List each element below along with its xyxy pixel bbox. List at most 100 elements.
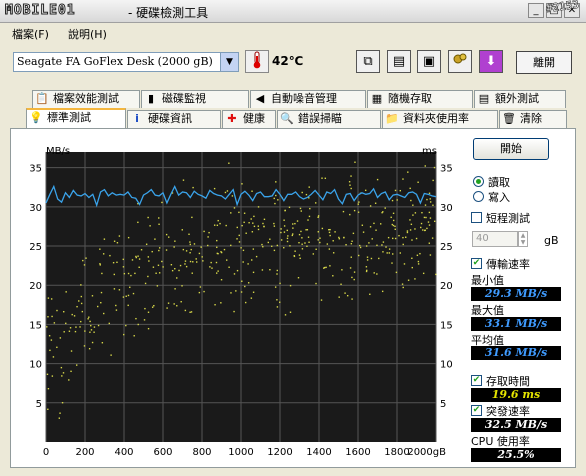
access-time-point [381, 290, 384, 293]
access-time-point [134, 272, 136, 275]
transfer-rate-checkbox[interactable]: ✔ [471, 258, 482, 269]
access-time-point [157, 264, 160, 266]
access-time-point [422, 229, 424, 231]
tab-extra-tests[interactable]: ▤ 額外測試 [474, 90, 566, 108]
access-time-point [83, 264, 86, 266]
access-time-point [209, 266, 211, 268]
access-time-point [416, 254, 419, 257]
access-time-point [184, 263, 186, 265]
access-time-point [280, 228, 282, 230]
access-time-point [192, 186, 194, 189]
access-time-point [300, 210, 302, 212]
access-time-point [306, 245, 308, 247]
access-time-point [174, 288, 176, 290]
access-time-point [387, 236, 390, 239]
access-time-point [375, 229, 377, 231]
tab-disk-monitor[interactable]: ▮ 磁碟監視 [141, 90, 249, 108]
save-icon[interactable]: ▣ [417, 50, 441, 73]
exit-button[interactable]: 離開 [516, 51, 572, 74]
access-time-point [203, 290, 205, 293]
access-time-point [243, 221, 245, 224]
access-time-point [283, 247, 285, 249]
options-icon[interactable] [448, 50, 472, 73]
chevron-down-icon[interactable]: ▼ [220, 53, 238, 71]
access-time-point [61, 401, 64, 404]
access-time-point [321, 227, 324, 230]
access-time-point [230, 212, 232, 214]
x-tick-label: 1800 [384, 447, 409, 458]
access-time-point [80, 320, 82, 323]
access-time-point [235, 290, 237, 292]
access-time-point [147, 216, 149, 219]
access-time-point [103, 238, 106, 240]
access-time-point [381, 244, 383, 246]
tab-info[interactable]: i 硬碟資訊 [127, 110, 221, 128]
access-time-point [125, 324, 127, 327]
access-time-point [176, 305, 178, 307]
access-time-point [386, 252, 388, 254]
y-axis-right: 35 30 25 20 15 10 5 [440, 164, 453, 410]
access-time-point [433, 220, 436, 223]
size-spinner[interactable]: 40 [472, 231, 518, 247]
access-time-point [251, 190, 253, 192]
y-tick-label-left: 15 [29, 320, 42, 331]
access-time-checkbox[interactable]: ✔ [471, 375, 482, 386]
write-radio[interactable] [473, 191, 484, 202]
minimize-button[interactable]: _ [528, 3, 544, 18]
y-tick-label-left: 10 [29, 360, 42, 371]
access-time-point [426, 198, 428, 201]
access-time-point [261, 269, 264, 271]
access-time-point [269, 268, 271, 271]
access-time-point [394, 228, 396, 230]
access-time-point [144, 282, 147, 285]
burst-rate-checkbox[interactable]: ✔ [471, 405, 482, 416]
tab-random-access[interactable]: ▦ 隨機存取 [367, 90, 473, 108]
tab-aam[interactable]: ◀ 自動噪音管理 [250, 90, 366, 108]
access-time-point [405, 236, 407, 238]
access-time-point [70, 370, 72, 373]
access-time-point [68, 330, 71, 332]
access-time-point [432, 204, 434, 206]
access-time-point [144, 307, 146, 310]
access-time-point [276, 299, 278, 301]
access-time-point [428, 192, 431, 194]
access-time-point [422, 272, 425, 275]
access-time-point [244, 285, 246, 288]
access-time-point [224, 191, 227, 194]
copy-icon[interactable]: ⧉ [356, 50, 380, 73]
access-time-point [112, 261, 115, 264]
access-time-point [122, 266, 125, 268]
tab-folder-usage[interactable]: 📁 資料夾使用率 [382, 110, 498, 128]
tab-health[interactable]: ✚ 健康 [222, 110, 276, 128]
access-time-point [338, 296, 340, 298]
access-time-point [240, 291, 243, 293]
access-time-point [392, 224, 395, 227]
tab-erase[interactable]: 🗑 清除 [499, 110, 567, 128]
access-time-point [267, 241, 270, 244]
tab-error-scan[interactable]: 🔍 錯誤掃瞄 [277, 110, 381, 128]
short-test-checkbox[interactable] [471, 212, 482, 223]
tab-file-benchmark[interactable]: 📋 檔案效能測試 [32, 90, 140, 108]
access-time-point [351, 298, 353, 300]
spinner-arrows-icon[interactable]: ▲ ▼ [518, 231, 528, 247]
access-time-point [344, 292, 346, 294]
access-time-point [198, 291, 201, 294]
access-time-point [90, 324, 92, 327]
access-time-point [250, 297, 253, 299]
access-time-point [280, 239, 283, 241]
access-time-point [409, 229, 412, 231]
drive-select[interactable]: Seagate FA GoFlex Desk (2000 gB) ▼ [13, 52, 239, 72]
download-icon[interactable]: ⬇ [479, 50, 503, 73]
x-tick-label: 600 [153, 447, 172, 458]
read-radio[interactable] [473, 176, 484, 187]
y-tick-label-left: 5 [36, 399, 42, 410]
access-time-point [174, 240, 176, 242]
menu-help[interactable]: 說明(H) [68, 26, 107, 42]
menu-file[interactable]: 檔案(F) [12, 26, 49, 42]
access-time-point [402, 236, 404, 239]
copy-text-icon[interactable]: ▤ [387, 50, 411, 73]
start-button[interactable]: 開始 [473, 138, 549, 160]
access-time-value: 19.6 ms [471, 388, 561, 402]
access-time-point [412, 204, 414, 206]
tab-benchmark[interactable]: 💡 標準測試 [26, 108, 126, 128]
